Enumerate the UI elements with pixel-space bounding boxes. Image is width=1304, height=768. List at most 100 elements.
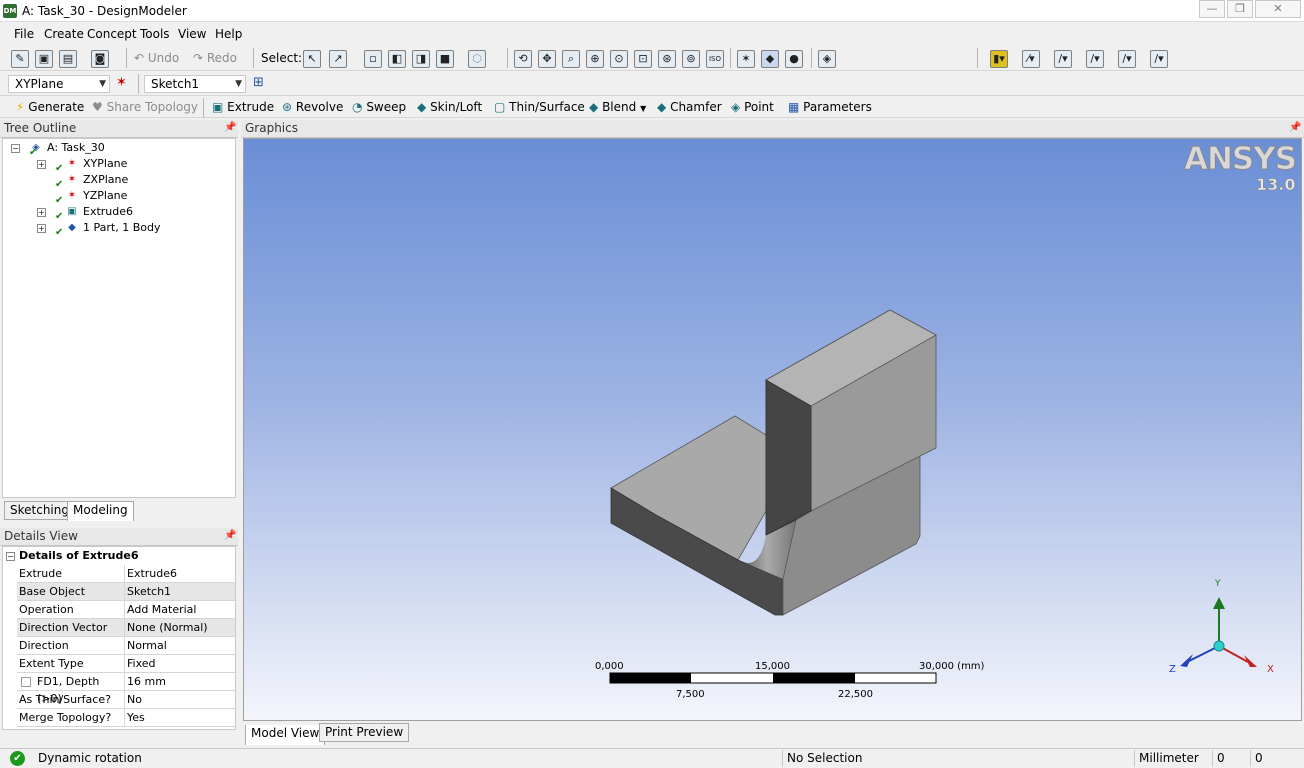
menu-view[interactable]: View [178, 27, 206, 41]
select-mode-icon[interactable]: ↖ [303, 50, 321, 68]
extend-selection-icon[interactable]: ⬡ [468, 50, 486, 68]
select-filter-icon[interactable]: ↗ [329, 50, 347, 68]
detail-row[interactable]: As Thin/Surface? No [17, 691, 235, 709]
sketch-select[interactable]: Sketch1 ▼ [144, 75, 246, 93]
palette-icon[interactable]: ▮▾ [990, 50, 1008, 68]
app-icon: DM [3, 4, 17, 18]
expand-icon[interactable]: + [37, 208, 46, 217]
triad-icon[interactable]: ✶ [737, 50, 755, 68]
pin-icon[interactable]: 📌 [224, 122, 236, 133]
screenshot-icon[interactable]: ◙ [91, 50, 109, 68]
pin-icon[interactable]: 📌 [1289, 122, 1301, 133]
tab-model-view[interactable]: Model View [245, 725, 326, 745]
maximize-icon[interactable]: ❐ [1227, 0, 1253, 18]
scale-segment [610, 673, 691, 683]
collapse-icon[interactable]: − [6, 552, 15, 561]
select-point-icon[interactable]: ▫ [364, 50, 382, 68]
undo-button[interactable]: ↶ Undo [134, 51, 179, 65]
share-topology-label: Share Topology [106, 100, 199, 114]
menu-create[interactable]: Create [44, 27, 84, 41]
sketch-dim3-icon[interactable]: ∕▾ [1118, 50, 1136, 68]
close-icon[interactable]: ✕ [1255, 0, 1301, 18]
new-sketch-icon[interactable]: ⊞ [253, 75, 264, 90]
separator [811, 48, 812, 68]
new-plane-icon[interactable]: ✶ [116, 75, 127, 90]
expand-icon[interactable]: + [37, 224, 46, 233]
display-point-icon[interactable]: ● [785, 50, 803, 68]
chamfer-button[interactable]: ◆ Chamfer [657, 100, 722, 114]
select-edge-icon[interactable]: ◧ [388, 50, 406, 68]
pin-icon[interactable]: 📌 [224, 530, 236, 541]
minimize-icon[interactable]: — [1199, 0, 1225, 18]
zoom-icon[interactable]: ⌕ [562, 50, 580, 68]
units-status[interactable]: Millimeter [1134, 750, 1212, 767]
new-icon[interactable]: ✎ [11, 50, 29, 68]
tab-modeling[interactable]: Modeling [67, 501, 134, 521]
detail-row[interactable]: Base Object Sketch1 [17, 583, 235, 601]
blend-button[interactable]: ◆ Blend ▼ [589, 100, 646, 114]
menu-file[interactable]: File [14, 27, 34, 41]
parameters-button[interactable]: ▦ Parameters [788, 100, 872, 114]
tree-item-zxplane[interactable]: ✶ ZXPlane [65, 173, 128, 187]
magnifier-icon[interactable]: ⊛ [658, 50, 676, 68]
select-face-icon[interactable]: ◨ [412, 50, 430, 68]
extrude-label: Extrude [227, 100, 275, 114]
zoom-in-icon[interactable]: ⊕ [586, 50, 604, 68]
detail-row[interactable]: Extent Type Fixed [17, 655, 235, 673]
tree-item-xyplane[interactable]: ✶ XYPlane [65, 157, 128, 171]
select-body-icon[interactable]: ■ [436, 50, 454, 68]
pan-icon[interactable]: ✥ [538, 50, 556, 68]
detail-row[interactable]: Operation Add Material [17, 601, 235, 619]
check-icon: ✔ [55, 195, 64, 206]
detail-row[interactable]: Direction Vector None (Normal) [17, 619, 235, 637]
redo-button[interactable]: ↷ Redo [193, 51, 237, 65]
tree-item-extrude6[interactable]: ▣ Extrude6 [65, 205, 133, 219]
plane-select[interactable]: XYPlane ▼ [8, 75, 110, 93]
thin-surface-button[interactable]: ▢ Thin/Surface [494, 100, 585, 114]
zoom-box-icon[interactable]: ⊙ [610, 50, 628, 68]
details-header: Details of Extrude6 [19, 549, 139, 562]
menu-help[interactable]: Help [215, 27, 242, 41]
plane-axes-icon: ✶ [67, 158, 77, 169]
graphics-viewport[interactable]: ANSYS 13.0 0,000 15,000 30,000 (mm) 7,50… [243, 138, 1302, 721]
check-icon: ✔ [55, 163, 64, 174]
zoom-fit-icon[interactable]: ⊡ [634, 50, 652, 68]
sketch-line-icon[interactable]: ⁄▾ [1022, 50, 1040, 68]
menu-concept[interactable]: Concept [87, 27, 137, 41]
save-as-icon[interactable]: ▤ [59, 50, 77, 68]
generate-button[interactable]: ⚡ Generate [16, 100, 84, 114]
detail-row[interactable]: FD1, Depth (>0) 16 mm [17, 673, 235, 705]
tab-print-preview[interactable]: Print Preview [319, 723, 410, 742]
extrude-button[interactable]: ▣ Extrude [212, 100, 274, 114]
revolve-label: Revolve [295, 100, 344, 114]
expand-icon[interactable]: + [37, 160, 46, 169]
detail-row[interactable]: Direction Normal [17, 637, 235, 655]
sketch-dim4-icon[interactable]: ∕▾ [1150, 50, 1168, 68]
menu-tools[interactable]: Tools [140, 27, 170, 41]
share-topology-button[interactable]: ♥ Share Topology [92, 100, 198, 114]
detail-row[interactable]: Extrude Extrude6 [17, 565, 235, 583]
sweep-button[interactable]: ◔ Sweep [352, 100, 406, 114]
sketch-dim-icon[interactable]: ∕▾ [1054, 50, 1072, 68]
detail-value: 16 mm [127, 675, 166, 688]
zoom-to-fit-icon[interactable]: ⊚ [682, 50, 700, 68]
check-icon: ✔ [55, 227, 64, 238]
rotate-icon[interactable]: ⟲ [514, 50, 532, 68]
check-icon: ✔ [10, 751, 25, 766]
display-model-icon[interactable]: ◆ [761, 50, 779, 68]
detail-row[interactable]: Merge Topology? Yes [17, 709, 235, 727]
look-at-icon[interactable]: ◈ [818, 50, 836, 68]
iso-view-icon[interactable]: ISO [706, 50, 724, 68]
collapse-icon[interactable]: − [11, 144, 20, 153]
save-icon[interactable]: ▣ [35, 50, 53, 68]
tree-item-parts[interactable]: ◆ 1 Part, 1 Body [65, 221, 160, 235]
point-button[interactable]: ◈ Point [731, 100, 774, 114]
skin-loft-button[interactable]: ◆ Skin/Loft [417, 100, 482, 114]
tree-root[interactable]: ◈ A: Task_30 [29, 141, 105, 155]
tree-item-yzplane[interactable]: ✶ YZPlane [65, 189, 128, 203]
parameter-checkbox[interactable] [21, 677, 31, 687]
sketch-dim2-icon[interactable]: ∕▾ [1086, 50, 1104, 68]
detail-value: Yes [127, 711, 145, 724]
tab-sketching[interactable]: Sketching [4, 501, 75, 520]
revolve-button[interactable]: ⊛ Revolve [282, 100, 343, 114]
